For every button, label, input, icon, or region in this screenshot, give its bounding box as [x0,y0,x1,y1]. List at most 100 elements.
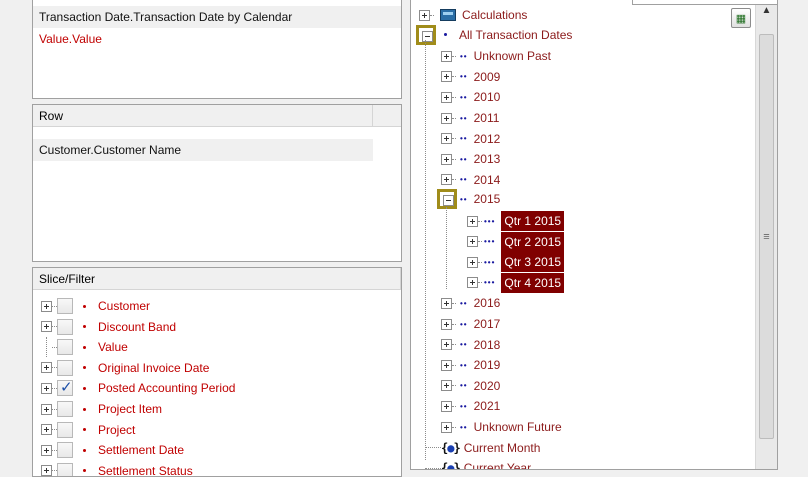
tree-item-year[interactable]: •• 2016 [441,293,500,313]
slice-filter-item[interactable]: ✓ Posted Accounting Period [41,378,235,398]
expand-icon[interactable] [441,359,452,371]
tree-item-current-month[interactable]: {●} Current Month [425,438,540,458]
expand-icon[interactable] [441,91,452,103]
filter-checkbox[interactable] [57,442,73,459]
expand-icon[interactable] [467,277,478,289]
column-field-value[interactable]: Value.Value [33,28,401,50]
expand-icon[interactable] [441,318,452,330]
named-set-icon: {●} [441,461,461,470]
tree-label: 2017 [473,317,501,331]
expand-icon[interactable] [467,215,478,227]
scroll-thumb[interactable]: ≡ [759,34,774,439]
member-dots-icon: •• [460,401,468,411]
tree-line [478,261,482,263]
tree-label: All Transaction Dates [459,27,573,42]
expand-icon[interactable] [41,424,52,436]
tree-line [452,158,456,160]
expand-icon[interactable] [41,321,52,333]
tree-line [452,364,456,366]
tree-item-year[interactable]: •• 2010 [441,87,500,107]
tree-item-quarter[interactable]: ••• Qtr 1 2015 [467,211,565,231]
tree-line [452,138,456,140]
slice-filter-item[interactable]: Project [41,420,135,440]
tree-item-year[interactable]: •• 2021 [441,396,500,416]
expand-icon[interactable] [441,50,452,62]
tree-line [478,282,482,284]
bullet-icon [83,345,86,349]
expand-icon[interactable] [441,421,452,433]
tree-item-year[interactable]: •• 2019 [441,355,500,375]
collapse-highlighted-icon[interactable] [416,24,436,45]
filter-checkbox[interactable] [57,298,73,314]
expand-icon[interactable] [41,300,52,312]
quarter-label-selected: Qtr 4 2015 [501,272,565,293]
tree-label: 2018 [473,337,501,352]
toggle-tree-button[interactable]: ▦ [731,8,751,28]
expand-icon[interactable] [419,9,430,21]
expand-icon[interactable] [441,174,452,186]
expand-icon[interactable] [441,380,452,392]
member-dots-icon: •• [460,360,468,370]
row-panel: Row Customer.Customer Name [32,104,402,262]
expand-icon[interactable] [41,403,52,415]
tree-line [452,344,456,346]
tree-item-year[interactable]: •• 2012 [441,129,500,149]
expand-icon[interactable] [41,362,52,374]
slice-filter-item[interactable]: Value [41,337,128,358]
expand-icon[interactable] [41,465,52,476]
expand-icon[interactable] [441,153,452,165]
member-dots-icon: •• [460,381,468,391]
slice-filter-item[interactable]: Discount Band [41,317,176,337]
column-field-transaction-date[interactable]: Transaction Date.Transaction Date by Cal… [33,6,401,28]
expand-icon[interactable] [441,133,452,145]
tree-item-year[interactable]: •• 2013 [441,149,500,169]
tree-item-quarter[interactable]: ••• Qtr 4 2015 [467,272,565,293]
filter-checkbox[interactable] [57,401,73,417]
filter-checkbox[interactable] [57,339,73,356]
tree-item-quarter[interactable]: ••• Qtr 2 2015 [467,231,565,252]
tree-item-year[interactable]: •• 2020 [441,376,500,396]
tree-item-year[interactable]: •• 2018 [441,335,500,355]
tree-item-calculations[interactable]: Calculations [419,5,527,25]
expand-icon[interactable] [467,236,478,248]
expand-icon[interactable] [441,297,452,309]
slice-filter-item[interactable]: Original Invoice Date [41,358,209,378]
expand-icon[interactable] [41,444,52,456]
filter-checkbox[interactable] [57,359,73,376]
expand-icon[interactable] [441,339,452,351]
slice-filter-item[interactable]: Project Item [41,399,162,419]
expand-icon[interactable] [467,256,478,268]
quarter-label-selected: Qtr 3 2015 [501,252,565,273]
tree-toggle-icon: ▦ [735,12,747,25]
named-set-icon: {●} [441,440,461,455]
tree-item-quarter[interactable]: ••• Qtr 3 2015 [467,252,565,273]
expand-icon[interactable] [41,382,52,394]
vertical-scrollbar[interactable]: ▲ ≡ [755,0,777,469]
expand-icon[interactable] [441,71,452,83]
filter-checkbox[interactable] [57,421,73,438]
filter-checkbox[interactable] [57,318,73,335]
tree-item-unknown-past[interactable]: •• Unknown Past [441,46,551,66]
member-dots-icon: ••• [484,237,496,247]
tree-item-year[interactable]: •• 2017 [441,314,500,334]
tree-item-year[interactable]: •• 2009 [441,67,500,87]
tree-item-year[interactable]: •• 2014 [441,170,500,190]
columns-panel: Transaction Date.Transaction Date by Cal… [32,0,402,99]
tree-line [452,55,456,57]
row-field-customer-name[interactable]: Customer.Customer Name [33,139,373,161]
row-panel-title: Row [33,105,373,126]
member-dots-icon: •• [460,298,468,308]
tree-item-current-year[interactable]: {●} Current Year [425,458,531,470]
slice-filter-item[interactable]: Customer [41,296,150,316]
filter-checkbox[interactable]: ✓ [57,378,73,397]
tree-item-unknown-future[interactable]: •• Unknown Future [441,417,562,437]
tree-label: 2013 [473,152,501,167]
expand-icon[interactable] [441,112,452,124]
slice-filter-item[interactable]: Settlement Status [41,461,193,476]
expand-icon[interactable] [441,400,452,412]
collapse-highlighted-icon[interactable] [437,189,457,210]
tree-item-year[interactable]: •• 2011 [441,108,499,128]
tree-item-all-transaction-dates[interactable]: All Transaction Dates [416,24,573,45]
slice-filter-item[interactable]: Settlement Date [41,440,184,460]
bullet-icon [83,304,86,308]
